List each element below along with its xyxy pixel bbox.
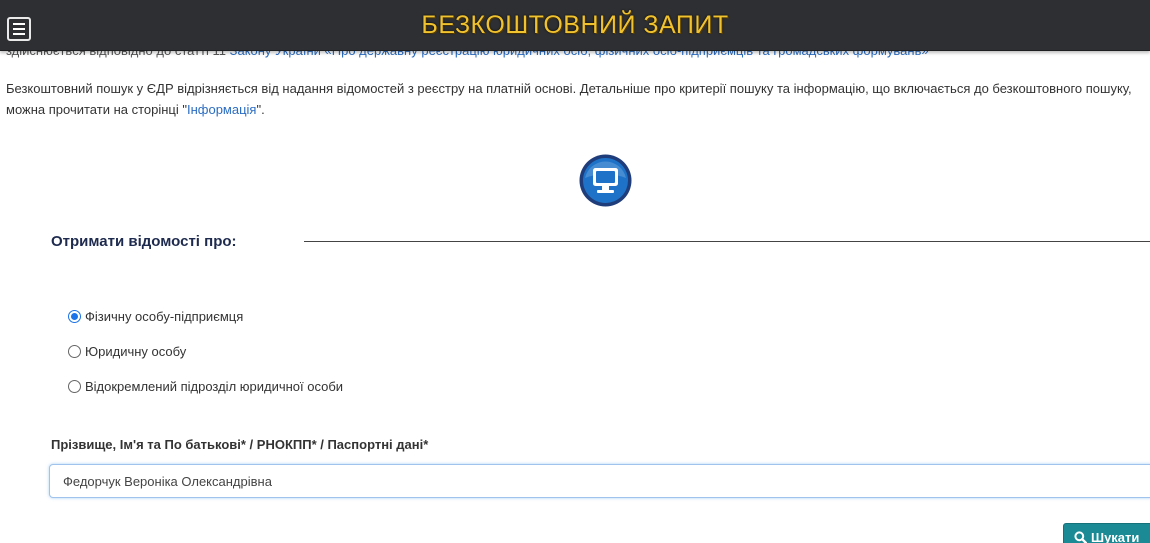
radio-label: Фізичну особу-підприємця [85, 309, 244, 324]
radio-unchecked-icon[interactable] [68, 345, 81, 358]
search-input[interactable] [49, 464, 1150, 498]
intro-text-end: ". [256, 102, 265, 117]
radio-label: Юридичну особу [85, 344, 187, 359]
page-title: БЕЗКОШТОВНИЙ ЗАПИТ [421, 11, 729, 39]
monitor-icon [579, 154, 632, 207]
search-field-label: Прізвище, Ім'я та По батькові* / РНОКПП*… [51, 437, 429, 452]
header-bar: БЕЗКОШТОВНИЙ ЗАПИТ [0, 0, 1150, 51]
radio-separate-subdivision[interactable]: Відокремлений підрозділ юридичної особи [68, 379, 343, 394]
radio-label: Відокремлений підрозділ юридичної особи [85, 379, 344, 394]
radio-checked-icon[interactable] [68, 310, 81, 323]
search-button[interactable]: Шукати [1063, 523, 1150, 543]
search-button-label: Шукати [1091, 529, 1140, 543]
intro-text: Безкоштовний пошук у ЄДР відрізняється в… [6, 81, 1132, 117]
radio-individual-entrepreneur[interactable]: Фізичну особу-підприємця [68, 309, 243, 324]
search-icon [1074, 530, 1087, 543]
section-title: Отримати відомості про: [51, 233, 237, 250]
intro-paragraph: Безкоштовний пошук у ЄДР відрізняється в… [6, 78, 1146, 120]
section-divider [304, 241, 1150, 242]
radio-legal-entity[interactable]: Юридичну особу [68, 344, 186, 359]
radio-unchecked-icon[interactable] [68, 380, 81, 393]
page: здійснюється відповідно до статті 11 Зак… [0, 0, 1150, 543]
info-link[interactable]: Інформація [187, 102, 257, 117]
